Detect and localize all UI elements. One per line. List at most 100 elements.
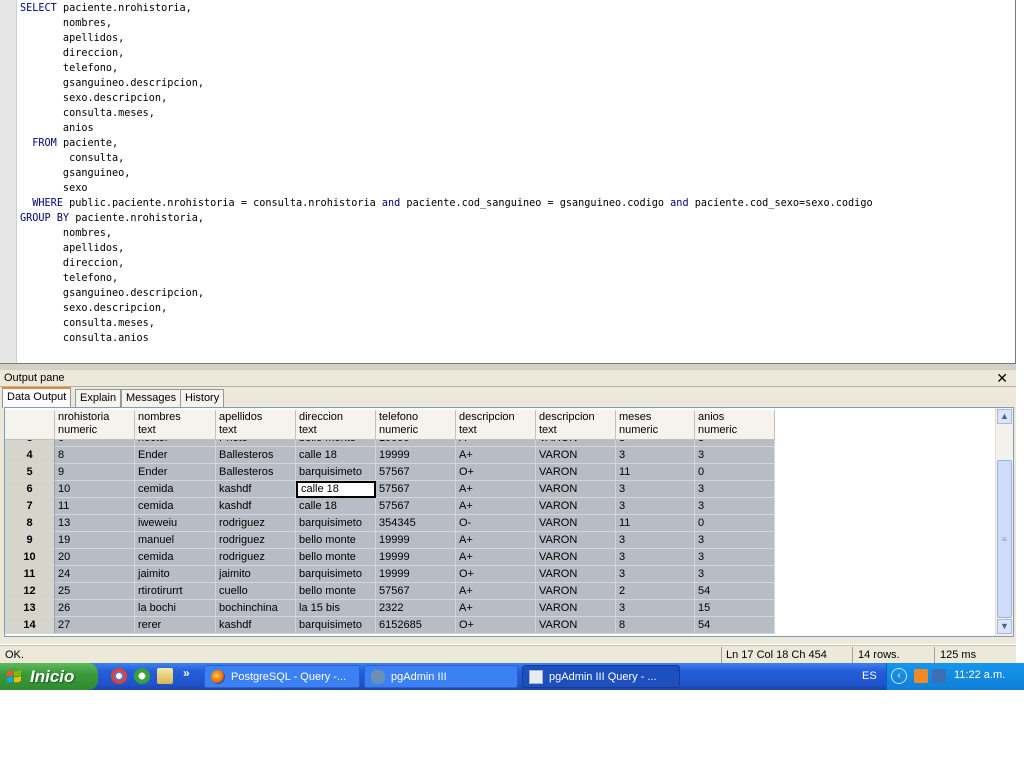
table-cell[interactable]: VARON xyxy=(536,515,616,532)
sql-editor[interactable]: SELECT paciente.nrohistoria, nombres, ap… xyxy=(0,0,1016,364)
table-cell[interactable]: la 15 bis xyxy=(296,600,376,617)
table-cell[interactable]: cemida xyxy=(135,549,216,566)
grid-corner[interactable] xyxy=(5,410,55,440)
row-number[interactable]: 11 xyxy=(5,566,55,583)
table-cell[interactable]: 2322 xyxy=(376,600,456,617)
table-cell[interactable]: 8 xyxy=(616,617,695,634)
table-cell[interactable]: kashdf xyxy=(216,617,296,634)
scroll-up-icon[interactable]: ▲ xyxy=(997,409,1012,424)
table-cell[interactable]: VARON xyxy=(536,566,616,583)
table-cell[interactable]: A+ xyxy=(456,583,536,600)
close-icon[interactable]: ✕ xyxy=(996,370,1008,387)
table-row[interactable]: 8 13 iweweiu rodriguez barquisimeto 354345 O- V… xyxy=(5,515,775,532)
table-cell[interactable]: 0 xyxy=(695,464,775,481)
java-icon[interactable] xyxy=(914,669,928,683)
table-cell[interactable]: iweweiu xyxy=(135,515,216,532)
chevron-left-icon[interactable]: ‹ xyxy=(891,668,907,684)
table-cell[interactable]: 13 xyxy=(55,515,135,532)
table-cell[interactable]: VARON xyxy=(536,617,616,634)
table-cell[interactable]: O+ xyxy=(456,617,536,634)
table-cell[interactable]: 2 xyxy=(616,583,695,600)
table-cell[interactable]: 19999 xyxy=(376,566,456,583)
table-cell[interactable]: O- xyxy=(456,515,536,532)
network-icon[interactable] xyxy=(932,669,946,683)
table-row[interactable]: 14 27 rerer kashdf barquisimeto 6152685 O+ VARO… xyxy=(5,617,775,634)
table-cell[interactable]: 57567 xyxy=(376,583,456,600)
column-header[interactable]: nrohistoria numeric xyxy=(55,410,135,440)
column-header[interactable]: meses numeric xyxy=(616,410,695,440)
table-cell[interactable]: rodriguez xyxy=(216,515,296,532)
table-cell[interactable]: bochinchina xyxy=(216,600,296,617)
column-header[interactable]: nombres text xyxy=(135,410,216,440)
table-cell[interactable]: 11 xyxy=(55,498,135,515)
table-cell[interactable]: 54 xyxy=(695,583,775,600)
table-cell[interactable]: jaimito xyxy=(135,566,216,583)
table-cell[interactable]: 20 xyxy=(55,549,135,566)
table-cell[interactable]: 3 xyxy=(695,481,775,498)
table-cell[interactable]: VARON xyxy=(536,498,616,515)
table-cell[interactable]: VARON xyxy=(536,600,616,617)
table-cell[interactable]: cemida xyxy=(135,498,216,515)
row-number[interactable]: 8 xyxy=(5,515,55,532)
table-cell[interactable]: 3 xyxy=(695,498,775,515)
table-cell[interactable]: VARON xyxy=(536,447,616,464)
table-cell[interactable]: la bochi xyxy=(135,600,216,617)
table-cell[interactable]: rodriguez xyxy=(216,532,296,549)
table-cell[interactable]: 3 xyxy=(616,498,695,515)
table-cell[interactable]: 24 xyxy=(55,566,135,583)
table-cell[interactable]: 6152685 xyxy=(376,617,456,634)
row-number[interactable]: 10 xyxy=(5,549,55,566)
table-cell[interactable]: A+ xyxy=(456,498,536,515)
table-cell[interactable]: Ballesteros xyxy=(216,447,296,464)
table-cell[interactable]: Ballesteros xyxy=(216,464,296,481)
table-cell[interactable]: 9 xyxy=(55,464,135,481)
table-cell[interactable]: 15 xyxy=(695,600,775,617)
table-cell[interactable]: 3 xyxy=(616,532,695,549)
table-cell[interactable]: barquisimeto xyxy=(296,464,376,481)
browser-icon[interactable] xyxy=(134,668,150,684)
column-header[interactable]: telefono numeric xyxy=(376,410,456,440)
table-cell[interactable]: O+ xyxy=(456,566,536,583)
tab-history[interactable]: History xyxy=(180,389,225,407)
chrome-icon[interactable] xyxy=(111,668,127,684)
row-number[interactable]: 4 xyxy=(5,447,55,464)
start-button[interactable]: Inicio xyxy=(0,663,98,690)
table-cell[interactable]: 57567 xyxy=(376,481,456,498)
table-cell[interactable]: 8 xyxy=(55,447,135,464)
folder-icon[interactable] xyxy=(157,668,173,684)
tab-explain[interactable]: Explain xyxy=(75,389,122,407)
table-cell[interactable]: kashdf xyxy=(216,498,296,515)
table-cell[interactable]: 3 xyxy=(616,600,695,617)
table-cell[interactable]: 3 xyxy=(616,549,695,566)
task-pgadmin-query[interactable]: pgAdmin III Query - ... xyxy=(522,665,680,688)
task-postgresql-query[interactable]: PostgreSQL - Query -... xyxy=(204,665,360,688)
table-cell[interactable]: 11 xyxy=(616,515,695,532)
column-header[interactable]: anios numeric xyxy=(695,410,775,440)
table-row[interactable]: 7 11 cemida kashdf calle 18 57567 A+ VARON 3 3 xyxy=(5,498,775,515)
table-cell[interactable]: Ender xyxy=(135,447,216,464)
language-indicator[interactable]: ES xyxy=(862,670,877,682)
sql-text[interactable]: SELECT paciente.nrohistoria, nombres, ap… xyxy=(20,1,873,346)
table-cell[interactable]: rtirotirurrt xyxy=(135,583,216,600)
table-cell[interactable]: A+ xyxy=(456,600,536,617)
table-cell[interactable]: 25 xyxy=(55,583,135,600)
table-cell[interactable]: 3 xyxy=(616,481,695,498)
row-number[interactable]: 14 xyxy=(5,617,55,634)
table-row[interactable]: 10 20 cemida rodriguez bello monte 19999 A+ VAR… xyxy=(5,549,775,566)
table-cell[interactable]: 354345 xyxy=(376,515,456,532)
table-cell[interactable]: rodriguez xyxy=(216,549,296,566)
table-cell[interactable]: 10 xyxy=(55,481,135,498)
row-number[interactable]: 13 xyxy=(5,600,55,617)
table-cell[interactable]: jaimito xyxy=(216,566,296,583)
table-cell[interactable]: barquisimeto xyxy=(296,617,376,634)
table-cell[interactable]: bello monte xyxy=(296,532,376,549)
table-cell[interactable]: calle 18 xyxy=(296,481,376,498)
column-header[interactable]: apellidos text xyxy=(216,410,296,440)
table-cell[interactable]: 19999 xyxy=(376,549,456,566)
table-row[interactable]: 12 25 rtirotirurrt cuello bello monte 57567 A+… xyxy=(5,583,775,600)
grid-body[interactable]: nrohistoria numeric nombres text apellidos te… xyxy=(5,408,995,636)
table-cell[interactable]: bello monte xyxy=(296,583,376,600)
table-cell[interactable]: VARON xyxy=(536,532,616,549)
table-cell[interactable]: barquisimeto xyxy=(296,566,376,583)
table-cell[interactable]: VARON xyxy=(536,583,616,600)
